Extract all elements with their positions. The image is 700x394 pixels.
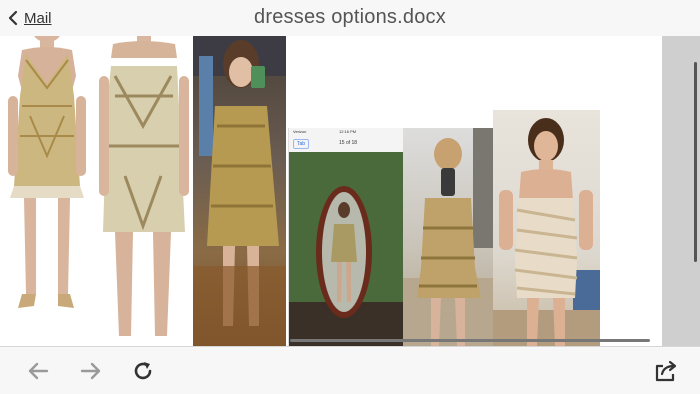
vertical-scrollbar[interactable] bbox=[694, 62, 697, 262]
top-navigation-bar: Mail dresses options.docx bbox=[0, 0, 700, 37]
bottom-toolbar bbox=[0, 346, 700, 394]
document-title: dresses options.docx bbox=[254, 6, 446, 28]
dress-photo-2 bbox=[95, 36, 192, 346]
back-arrow-icon bbox=[28, 362, 49, 380]
phone-time: 12:16 PM bbox=[339, 129, 357, 134]
reload-button[interactable] bbox=[131, 359, 155, 383]
dress-photo-3 bbox=[193, 36, 286, 346]
phone-carrier: Verizon bbox=[293, 129, 307, 134]
reload-icon bbox=[134, 362, 152, 380]
phone-tab-button: Tab bbox=[293, 139, 310, 149]
dress-photo-5 bbox=[403, 128, 493, 346]
forward-button[interactable] bbox=[79, 359, 103, 383]
horizontal-scrollbar[interactable] bbox=[290, 339, 650, 342]
dress-photo-1 bbox=[0, 36, 95, 346]
phone-status-bar: Verizon 12:16 PM bbox=[289, 128, 404, 136]
phone-counter: 15 of 18 bbox=[339, 140, 358, 146]
share-icon bbox=[655, 360, 677, 382]
back-button[interactable] bbox=[26, 359, 50, 383]
dress-photo-6 bbox=[493, 110, 600, 346]
share-button[interactable] bbox=[654, 359, 678, 383]
dress-photo-4-phone-screenshot: Verizon 12:16 PM Tab 15 of 18 bbox=[288, 128, 404, 346]
forward-arrow-icon bbox=[80, 362, 101, 380]
phone-nav-bar: Tab 15 of 18 bbox=[289, 136, 404, 153]
